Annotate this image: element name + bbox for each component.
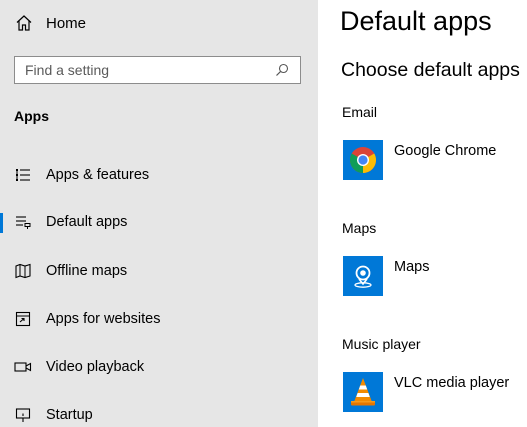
app-name: VLC media player bbox=[394, 375, 510, 391]
sidebar-item-offline-maps[interactable]: Offline maps bbox=[0, 251, 318, 291]
home-icon bbox=[14, 13, 34, 33]
sidebar-item-label: Offline maps bbox=[46, 263, 128, 279]
sidebar-item-label: Default apps bbox=[46, 214, 128, 230]
video-icon bbox=[14, 358, 32, 376]
sidebar-item-label: Apps & features bbox=[46, 167, 150, 183]
chrome-icon bbox=[343, 140, 383, 180]
sidebar-item-video-playback[interactable]: Video playback bbox=[0, 347, 318, 387]
app-name: Maps bbox=[394, 259, 430, 275]
app-name: Google Chrome bbox=[394, 143, 497, 159]
home-nav-item[interactable]: Home bbox=[14, 11, 86, 35]
sidebar-item-label: Video playback bbox=[46, 359, 145, 375]
sidebar-item-label: Startup bbox=[46, 407, 93, 423]
default-apps-icon bbox=[14, 213, 32, 231]
sidebar-item-apps-for-websites[interactable]: Apps for websites bbox=[0, 299, 318, 339]
sidebar-item-label: Apps for websites bbox=[46, 311, 161, 327]
list-icon bbox=[14, 166, 32, 184]
category-label-email: Email bbox=[342, 104, 378, 120]
search-input[interactable] bbox=[25, 62, 274, 78]
section-subtitle: Choose default apps bbox=[341, 59, 520, 81]
map-icon bbox=[14, 262, 32, 280]
sidebar-item-default-apps[interactable]: Default apps bbox=[0, 202, 318, 242]
section-heading-apps: Apps bbox=[14, 108, 49, 124]
category-label-maps: Maps bbox=[342, 220, 377, 236]
search-icon[interactable] bbox=[274, 62, 290, 78]
default-app-music-player[interactable]: VLC media player bbox=[343, 372, 509, 414]
vlc-icon bbox=[343, 372, 383, 412]
category-label-music-player: Music player bbox=[342, 336, 421, 352]
sidebar-item-startup[interactable]: Startup bbox=[0, 395, 318, 427]
open-in-app-icon bbox=[14, 310, 32, 328]
maps-app-icon bbox=[343, 256, 383, 296]
sidebar: Home Apps Apps & features bbox=[0, 0, 318, 427]
startup-icon bbox=[14, 406, 32, 424]
selection-indicator bbox=[0, 213, 3, 233]
default-app-maps[interactable]: Maps bbox=[343, 256, 429, 298]
search-box[interactable] bbox=[14, 56, 301, 84]
default-app-email[interactable]: Google Chrome bbox=[343, 140, 496, 182]
sidebar-item-apps-features[interactable]: Apps & features bbox=[0, 155, 318, 195]
main-content: Default apps Choose default apps Email G… bbox=[318, 0, 527, 427]
page-title: Default apps bbox=[340, 6, 492, 36]
home-label: Home bbox=[46, 14, 87, 32]
